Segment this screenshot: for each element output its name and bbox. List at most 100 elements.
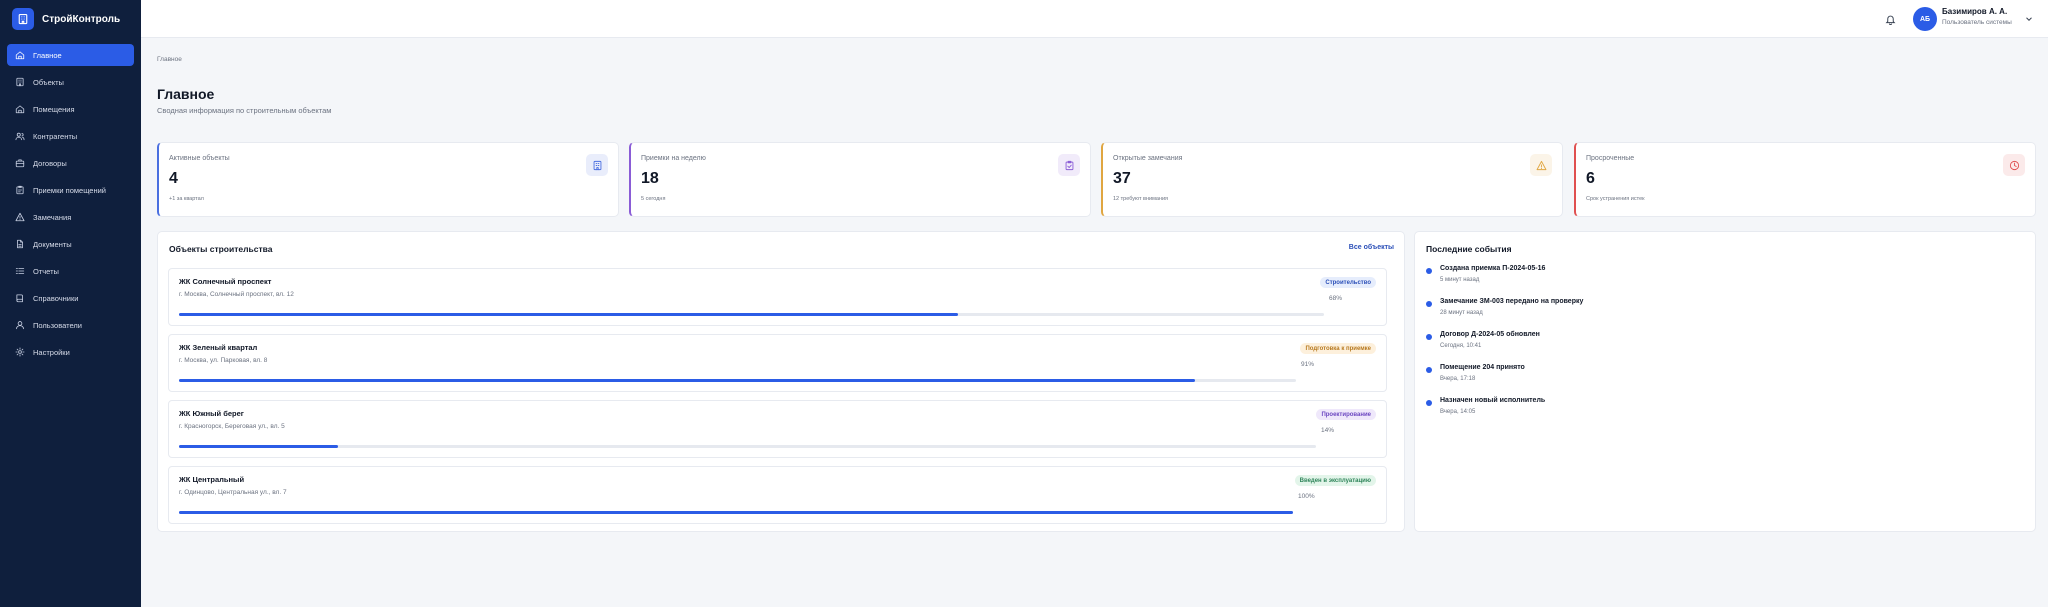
user-name[interactable]: Базимиров А. А.: [1942, 7, 2007, 16]
progress-bar: [179, 313, 1324, 316]
avatar[interactable]: АБ: [1913, 7, 1937, 31]
status-badge: Подготовка к приемке: [1300, 343, 1376, 354]
objects-panel: Объекты строительства Все объекты ЖК Сол…: [157, 231, 1405, 532]
warning-icon: [1536, 160, 1546, 170]
progress-label: 14%: [1321, 427, 1335, 434]
event-time: Вчера, 17:18: [1440, 376, 1476, 382]
sidebar-item-label: Замечания: [33, 212, 72, 222]
sidebar-item-label: Отчеты: [33, 266, 59, 276]
object-card[interactable]: ЖК Центральный г. Одинцово, Центральная у…: [168, 466, 1387, 524]
sidebar-item-label: Документы: [33, 239, 72, 249]
object-name: ЖК Солнечный проспект: [179, 277, 272, 286]
home-icon: [15, 105, 25, 114]
sidebar-item-8[interactable]: Отчеты: [7, 260, 134, 282]
all-objects-link[interactable]: Все объекты: [1349, 244, 1394, 251]
object-address: г. Москва, Солнечный проспект, вл. 12: [179, 291, 294, 298]
sidebar-item-1[interactable]: Объекты: [7, 71, 134, 93]
progress-label: 68%: [1329, 295, 1343, 302]
stat-label: Открытые замечания: [1113, 155, 1183, 162]
stat-card[interactable]: Приемки на неделю 18 5 сегодня: [629, 142, 1091, 217]
status-badge: Введен в эксплуатацию: [1294, 475, 1376, 486]
clipboard-check-icon: [1065, 160, 1073, 170]
sidebar-item-2[interactable]: Помещения: [7, 98, 134, 120]
event-title: Назначен новый исполнитель: [1440, 397, 1546, 404]
brand[interactable]: СтройКонтроль: [0, 0, 141, 38]
event-dot: [1426, 334, 1432, 340]
object-card[interactable]: ЖК Южный берег г. Красногорск, Береговая …: [168, 400, 1387, 458]
sidebar-item-10[interactable]: Пользователи: [7, 314, 134, 336]
event-title: Создана приемка П-2024-05-16: [1440, 265, 1546, 272]
stat-card[interactable]: Открытые замечания 37 12 требуют внимания: [1101, 142, 1563, 217]
object-address: г. Одинцово, Центральная ул., вл. 7: [179, 489, 287, 496]
progress-fill: [179, 445, 339, 448]
progress-bar: [179, 379, 1296, 382]
stat-icon: [1058, 154, 1080, 176]
object-name: ЖК Южный берег: [179, 409, 244, 418]
stat-note: 12 требуют внимания: [1113, 196, 1169, 202]
page-title: Главное: [157, 86, 215, 102]
events-panel-title: Последние события: [1426, 244, 1512, 254]
object-card[interactable]: ЖК Солнечный проспект г. Москва, Солнечны…: [168, 268, 1387, 326]
progress-bar: [179, 511, 1293, 514]
sidebar-item-label: Пользователи: [33, 320, 82, 330]
event-item[interactable]: Договор Д-2024-05 обновлен Сегодня, 10:41: [1426, 331, 2006, 357]
stat-card[interactable]: Просроченные 6 Срок устранения истек: [1574, 142, 2036, 217]
building-icon: [12, 8, 34, 30]
object-name: ЖК Центральный: [179, 475, 245, 484]
stat-icon: [2003, 154, 2025, 176]
breadcrumb[interactable]: Главное: [157, 56, 182, 63]
sidebar-item-label: Объекты: [33, 77, 64, 87]
sidebar-nav: Главное Объекты Помещения Контрагенты Догово…: [0, 38, 141, 363]
stat-card[interactable]: Активные объекты 4 +1 за квартал: [157, 142, 619, 217]
object-name: ЖК Зеленый квартал: [179, 343, 258, 352]
stat-label: Просроченные: [1586, 155, 1635, 162]
stat-value: 6: [1586, 170, 1595, 187]
list-icon: [15, 268, 25, 274]
bell-icon: [1885, 15, 1895, 25]
stat-value: 37: [1113, 170, 1131, 187]
sidebar-item-label: Контрагенты: [33, 131, 78, 141]
sidebar-item-11[interactable]: Настройки: [7, 341, 134, 363]
event-time: 5 минут назад: [1440, 277, 1480, 283]
document-icon: [17, 239, 23, 249]
progress-label: 100%: [1298, 493, 1315, 500]
sidebar-item-7[interactable]: Документы: [7, 233, 134, 255]
event-title: Замечание ЗМ-003 передано на проверку: [1440, 298, 1584, 305]
sidebar-item-4[interactable]: Договоры: [7, 152, 134, 174]
event-dot: [1426, 301, 1432, 307]
stat-value: 18: [641, 170, 659, 187]
event-title: Договор Д-2024-05 обновлен: [1440, 331, 1540, 338]
event-time: Сегодня, 10:41: [1440, 343, 1482, 349]
event-time: Вчера, 14:05: [1440, 409, 1476, 415]
book-icon: [16, 294, 23, 303]
stat-note: 5 сегодня: [641, 196, 666, 202]
sidebar-item-label: Договоры: [33, 158, 67, 168]
event-item[interactable]: Назначен новый исполнитель Вчера, 14:05: [1426, 397, 2006, 423]
event-item[interactable]: Создана приемка П-2024-05-16 5 минут наза…: [1426, 265, 2006, 291]
event-dot: [1426, 367, 1432, 373]
user-icon: [16, 321, 24, 330]
sidebar-item-label: Главное: [33, 50, 62, 60]
stat-note: Срок устранения истек: [1586, 196, 1645, 202]
stat-note: +1 за квартал: [169, 196, 204, 202]
topbar: АБ Базимиров А. А. Пользователь системы: [141, 0, 2048, 38]
sidebar-item-label: Приемки помещений: [33, 185, 106, 195]
clipboard-icon: [16, 185, 24, 195]
event-title: Помещение 204 принято: [1440, 364, 1525, 371]
user-role: Пользователь системы: [1942, 19, 2012, 26]
event-item[interactable]: Помещение 204 принято Вчера, 17:18: [1426, 364, 2006, 390]
sidebar-item-label: Справочники: [33, 293, 79, 303]
object-card[interactable]: ЖК Зеленый квартал г. Москва, ул. Паркова…: [168, 334, 1387, 392]
notifications-button[interactable]: [1880, 9, 1900, 29]
home-icon: [15, 51, 25, 60]
sidebar-item-9[interactable]: Справочники: [7, 287, 134, 309]
briefcase-icon: [15, 159, 25, 168]
sidebar-item-0[interactable]: Главное: [7, 44, 134, 66]
sidebar-item-6[interactable]: Замечания: [7, 206, 134, 228]
event-item[interactable]: Замечание ЗМ-003 передано на проверку 28 …: [1426, 298, 2006, 324]
progress-fill: [179, 511, 1293, 514]
chevron-down-icon[interactable]: [2024, 14, 2034, 24]
sidebar-item-3[interactable]: Контрагенты: [7, 125, 134, 147]
sidebar-item-5[interactable]: Приемки помещений: [7, 179, 134, 201]
sidebar-item-label: Настройки: [33, 347, 70, 357]
